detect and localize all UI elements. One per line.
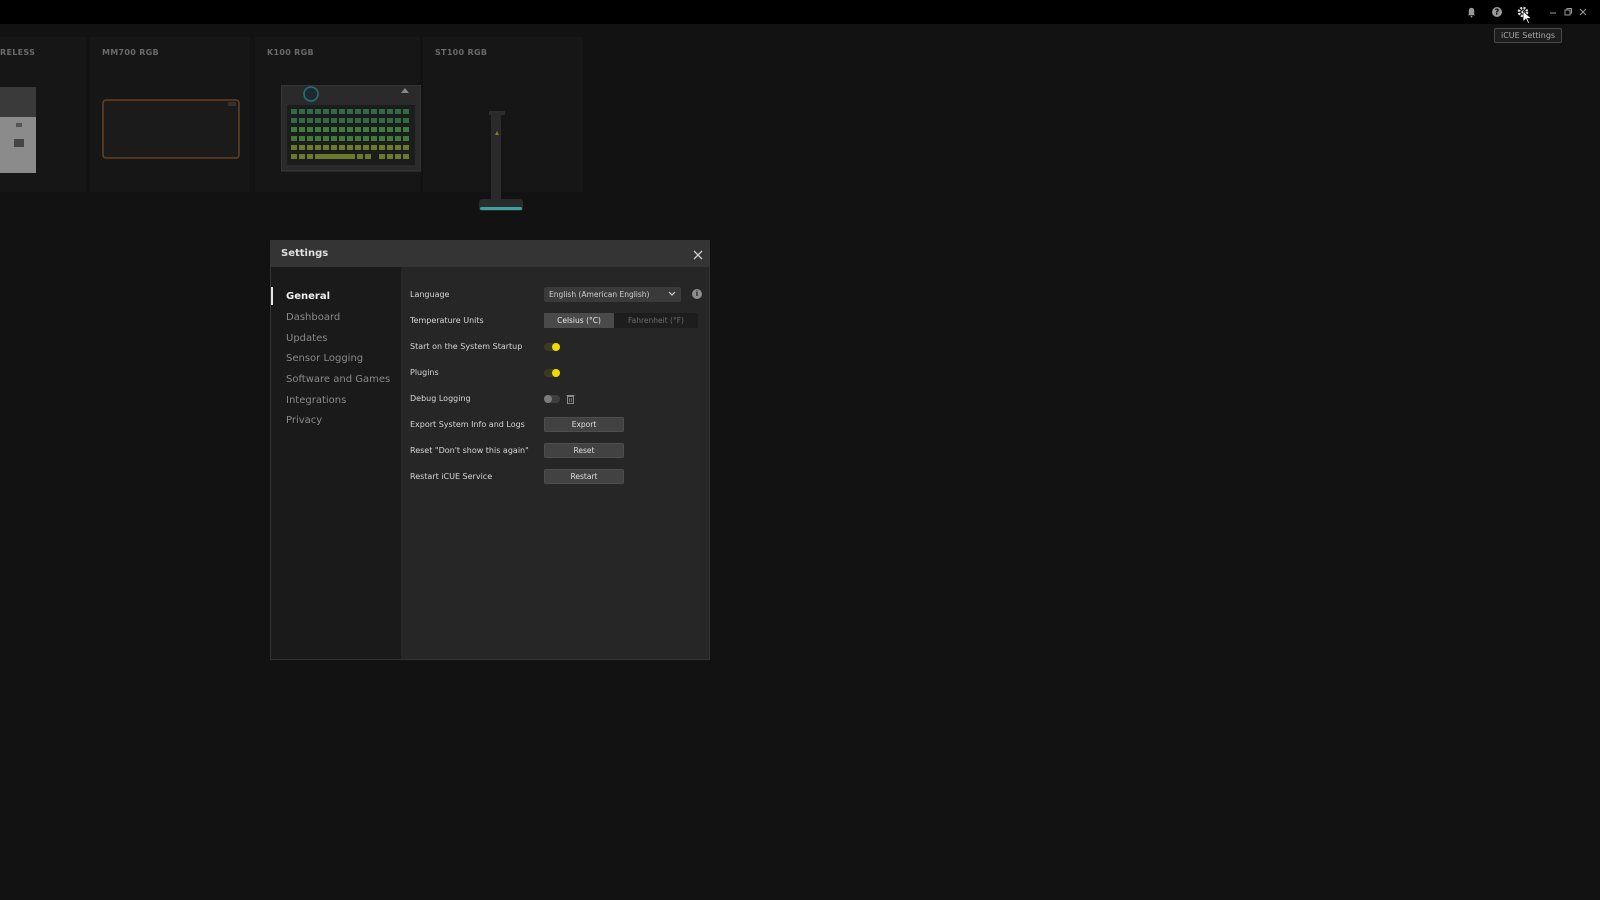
temperature-units-label: Temperature Units — [410, 316, 484, 325]
mouse-cursor-icon — [1522, 9, 1533, 28]
device-name: ST100 RGB — [435, 48, 488, 57]
headset-dongle-image — [0, 87, 36, 173]
debug-logging-toggle[interactable] — [544, 395, 560, 403]
trash-icon[interactable] — [566, 394, 575, 404]
settings-tooltip: iCUE Settings — [1494, 28, 1563, 43]
close-dialog-button[interactable] — [691, 247, 705, 261]
language-value: English (American English) — [549, 290, 650, 299]
device-card-keyboard[interactable]: K100 RGB — [255, 37, 421, 192]
dialog-title: Settings — [281, 248, 329, 259]
nav-updates[interactable]: Updates — [286, 333, 327, 344]
settings-sidebar: General Dashboard Updates Sensor Logging… — [271, 267, 401, 659]
celsius-option[interactable]: Celsius (°C) — [544, 313, 614, 328]
svg-text:?: ? — [1495, 8, 1500, 17]
restore-icon[interactable] — [1560, 4, 1576, 20]
close-icon[interactable] — [1575, 4, 1591, 20]
export-button[interactable]: Export — [544, 417, 624, 432]
mousepad-image — [102, 99, 240, 159]
export-label: Export System Info and Logs — [410, 420, 525, 429]
device-card-headset-stand[interactable]: ST100 RGB — [423, 37, 583, 211]
settings-dialog: Settings General Dashboard Updates Senso… — [270, 240, 710, 660]
device-name: MM700 RGB — [102, 48, 159, 57]
language-dropdown[interactable]: English (American English) — [544, 287, 681, 302]
device-name: K100 RGB — [267, 48, 314, 57]
nav-integrations[interactable]: Integrations — [286, 395, 346, 406]
bell-icon[interactable] — [1463, 4, 1479, 20]
toggle-knob — [552, 369, 560, 377]
reset-label: Reset "Don't show this again" — [410, 446, 529, 455]
restart-button[interactable]: Restart — [544, 469, 624, 484]
restart-label: Restart iCUE Service — [410, 472, 493, 481]
toggle-knob — [544, 395, 552, 403]
reset-button[interactable]: Reset — [544, 443, 624, 458]
dialog-header: Settings — [271, 241, 709, 267]
debug-logging-label: Debug Logging — [410, 394, 471, 403]
keyboard-image — [281, 85, 421, 172]
nav-general[interactable]: General — [286, 291, 330, 302]
language-label: Language — [410, 290, 450, 299]
device-name: RELESS — [0, 48, 36, 57]
help-icon[interactable]: ? — [1489, 4, 1505, 20]
chevron-down-icon — [668, 291, 676, 296]
nav-software-and-games[interactable]: Software and Games — [286, 374, 390, 385]
minimize-icon[interactable] — [1545, 4, 1561, 20]
device-card-headset[interactable]: RELESS — [0, 37, 86, 192]
startup-label: Start on the System Startup — [410, 342, 523, 351]
close-icon — [693, 250, 703, 260]
device-card-mousepad[interactable]: MM700 RGB — [90, 37, 250, 192]
title-bar: ? — [0, 0, 1600, 24]
plugins-toggle[interactable] — [544, 369, 560, 377]
info-icon[interactable]: i — [692, 289, 702, 299]
nav-sensor-logging[interactable]: Sensor Logging — [286, 353, 363, 364]
active-indicator — [271, 287, 273, 305]
fahrenheit-option[interactable]: Fahrenheit (°F) — [614, 313, 698, 328]
headset-stand-image — [479, 111, 523, 211]
nav-dashboard[interactable]: Dashboard — [286, 312, 340, 323]
toggle-knob — [552, 343, 560, 351]
plugins-label: Plugins — [410, 368, 439, 377]
nav-privacy[interactable]: Privacy — [286, 415, 322, 426]
startup-toggle[interactable] — [544, 343, 560, 351]
